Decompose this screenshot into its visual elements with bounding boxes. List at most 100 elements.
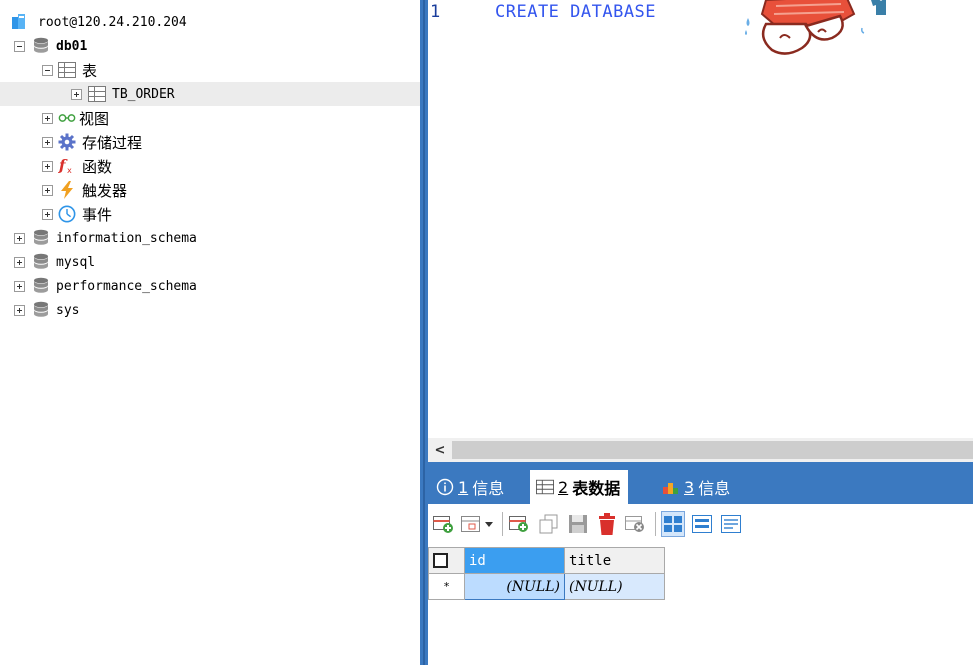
form-view-button[interactable]	[690, 511, 714, 537]
copy-icon	[539, 514, 558, 534]
folder-label: 表	[82, 61, 98, 80]
toolbar-separator	[502, 512, 503, 536]
insert-row-button[interactable]	[508, 511, 532, 537]
duplicate-row-button[interactable]	[537, 511, 561, 537]
text-view-button[interactable]	[719, 511, 743, 537]
tree-folder-views[interactable]: 视图	[0, 106, 420, 130]
insert-row-icon	[509, 516, 528, 532]
tree-db-information-schema[interactable]: information_schema	[0, 226, 420, 250]
collapse-icon[interactable]	[14, 40, 25, 52]
export-dropdown-button[interactable]	[461, 511, 495, 537]
add-row-icon	[433, 516, 453, 533]
folder-label: 事件	[82, 205, 113, 224]
expand-icon[interactable]	[42, 184, 53, 196]
db-label: sys	[56, 302, 80, 318]
text-view-icon	[721, 515, 741, 533]
result-toolbar	[428, 504, 973, 544]
collapse-icon[interactable]	[42, 64, 53, 76]
svg-text:x: x	[67, 165, 72, 175]
tab-table-data[interactable]: 2 表数据	[530, 470, 629, 504]
tree-db-db01[interactable]: db01	[0, 34, 420, 58]
add-row-button[interactable]	[432, 511, 456, 537]
table-label: TB_ORDER	[112, 86, 175, 102]
folder-label: 视图	[79, 109, 110, 128]
table-dropdown-icon	[461, 516, 493, 532]
info-icon	[436, 478, 454, 496]
expand-icon[interactable]	[14, 256, 25, 268]
database-icon	[32, 37, 50, 55]
tree-folder-tables[interactable]: 表	[0, 58, 420, 82]
panel-splitter[interactable]	[420, 0, 428, 665]
db-label: db01	[56, 38, 88, 54]
database-icon	[32, 253, 50, 271]
delete-row-button[interactable]	[595, 511, 619, 537]
db-label: mysql	[56, 254, 96, 270]
tab-info-3[interactable]: 3 信息	[656, 470, 738, 504]
expand-icon[interactable]	[71, 88, 82, 100]
tab-info-1[interactable]: 1 信息	[430, 470, 512, 504]
gear-icon	[58, 133, 76, 151]
tab-number: 2	[558, 477, 569, 497]
table-grid-icon	[58, 61, 76, 79]
expand-icon[interactable]	[14, 304, 25, 316]
tab-number: 1	[458, 477, 469, 497]
tree-db-mysql[interactable]: mysql	[0, 250, 420, 274]
connection-node[interactable]: root@120.24.210.204	[0, 10, 420, 34]
tree-db-performance-schema[interactable]: performance_schema	[0, 274, 420, 298]
table-grid-icon	[88, 85, 106, 103]
new-row-marker: *	[428, 573, 465, 600]
server-icon	[10, 13, 28, 31]
result-tabs: 1 信息 2 表数据 3 信息	[428, 462, 973, 504]
cancel-grid-icon	[625, 516, 644, 532]
save-icon	[569, 515, 587, 533]
column-header-id[interactable]: id	[464, 547, 565, 574]
scroll-left-icon[interactable]: <	[428, 438, 452, 462]
db-label: information_schema	[56, 230, 197, 246]
select-all-checkbox[interactable]	[433, 553, 448, 568]
horizontal-scrollbar[interactable]: <	[428, 438, 973, 462]
lightning-icon	[58, 181, 76, 199]
object-browser: root@120.24.210.204 db01 表 TB_ORDER 视图 存…	[0, 0, 420, 665]
table-icon	[536, 478, 554, 496]
tree-folder-functions[interactable]: fx 函数	[0, 154, 420, 178]
line-number: 1	[430, 2, 441, 22]
code-line[interactable]: CREATE DATABASE	[495, 2, 656, 22]
scrollbar-thumb[interactable]	[452, 441, 973, 459]
clock-icon	[58, 205, 76, 223]
tree-db-sys[interactable]: sys	[0, 298, 420, 322]
expand-icon[interactable]	[42, 112, 53, 124]
tree-folder-triggers[interactable]: 触发器	[0, 178, 420, 202]
discard-changes-button[interactable]	[624, 511, 648, 537]
grid-view-button[interactable]	[661, 511, 685, 537]
mascot-sticker-icon	[745, 0, 886, 55]
expand-icon[interactable]	[42, 160, 53, 172]
tree-folder-procedures[interactable]: 存储过程	[0, 130, 420, 154]
folder-label: 存储过程	[82, 133, 143, 152]
cell-title[interactable]: (NULL)	[564, 573, 665, 600]
tree-table-tb-order[interactable]: TB_ORDER	[0, 82, 420, 106]
database-icon	[32, 277, 50, 295]
tab-label: 信息	[472, 479, 505, 498]
sql-editor[interactable]: 1 CREATE DATABASE	[428, 0, 973, 438]
column-header-title[interactable]: title	[564, 547, 665, 574]
header-row: id title	[428, 547, 665, 574]
database-icon	[32, 301, 50, 319]
database-icon	[32, 229, 50, 247]
cell-id[interactable]: (NULL)	[464, 573, 565, 600]
expand-icon[interactable]	[14, 280, 25, 292]
data-table: id title * (NULL) (NULL)	[428, 547, 665, 600]
grid-view-icon	[664, 516, 682, 532]
save-button[interactable]	[566, 511, 590, 537]
select-all-cell[interactable]	[428, 547, 465, 574]
expand-icon[interactable]	[14, 232, 25, 244]
db-label: performance_schema	[56, 278, 197, 294]
tree-folder-events[interactable]: 事件	[0, 202, 420, 226]
expand-icon[interactable]	[42, 208, 53, 220]
expand-icon[interactable]	[42, 136, 53, 148]
folder-label: 触发器	[82, 181, 128, 200]
table-row[interactable]: * (NULL) (NULL)	[428, 573, 665, 600]
folder-label: 函数	[82, 157, 113, 176]
stats-icon	[662, 478, 680, 496]
result-grid[interactable]: id title * (NULL) (NULL)	[428, 547, 973, 665]
tab-label: 信息	[698, 479, 731, 498]
